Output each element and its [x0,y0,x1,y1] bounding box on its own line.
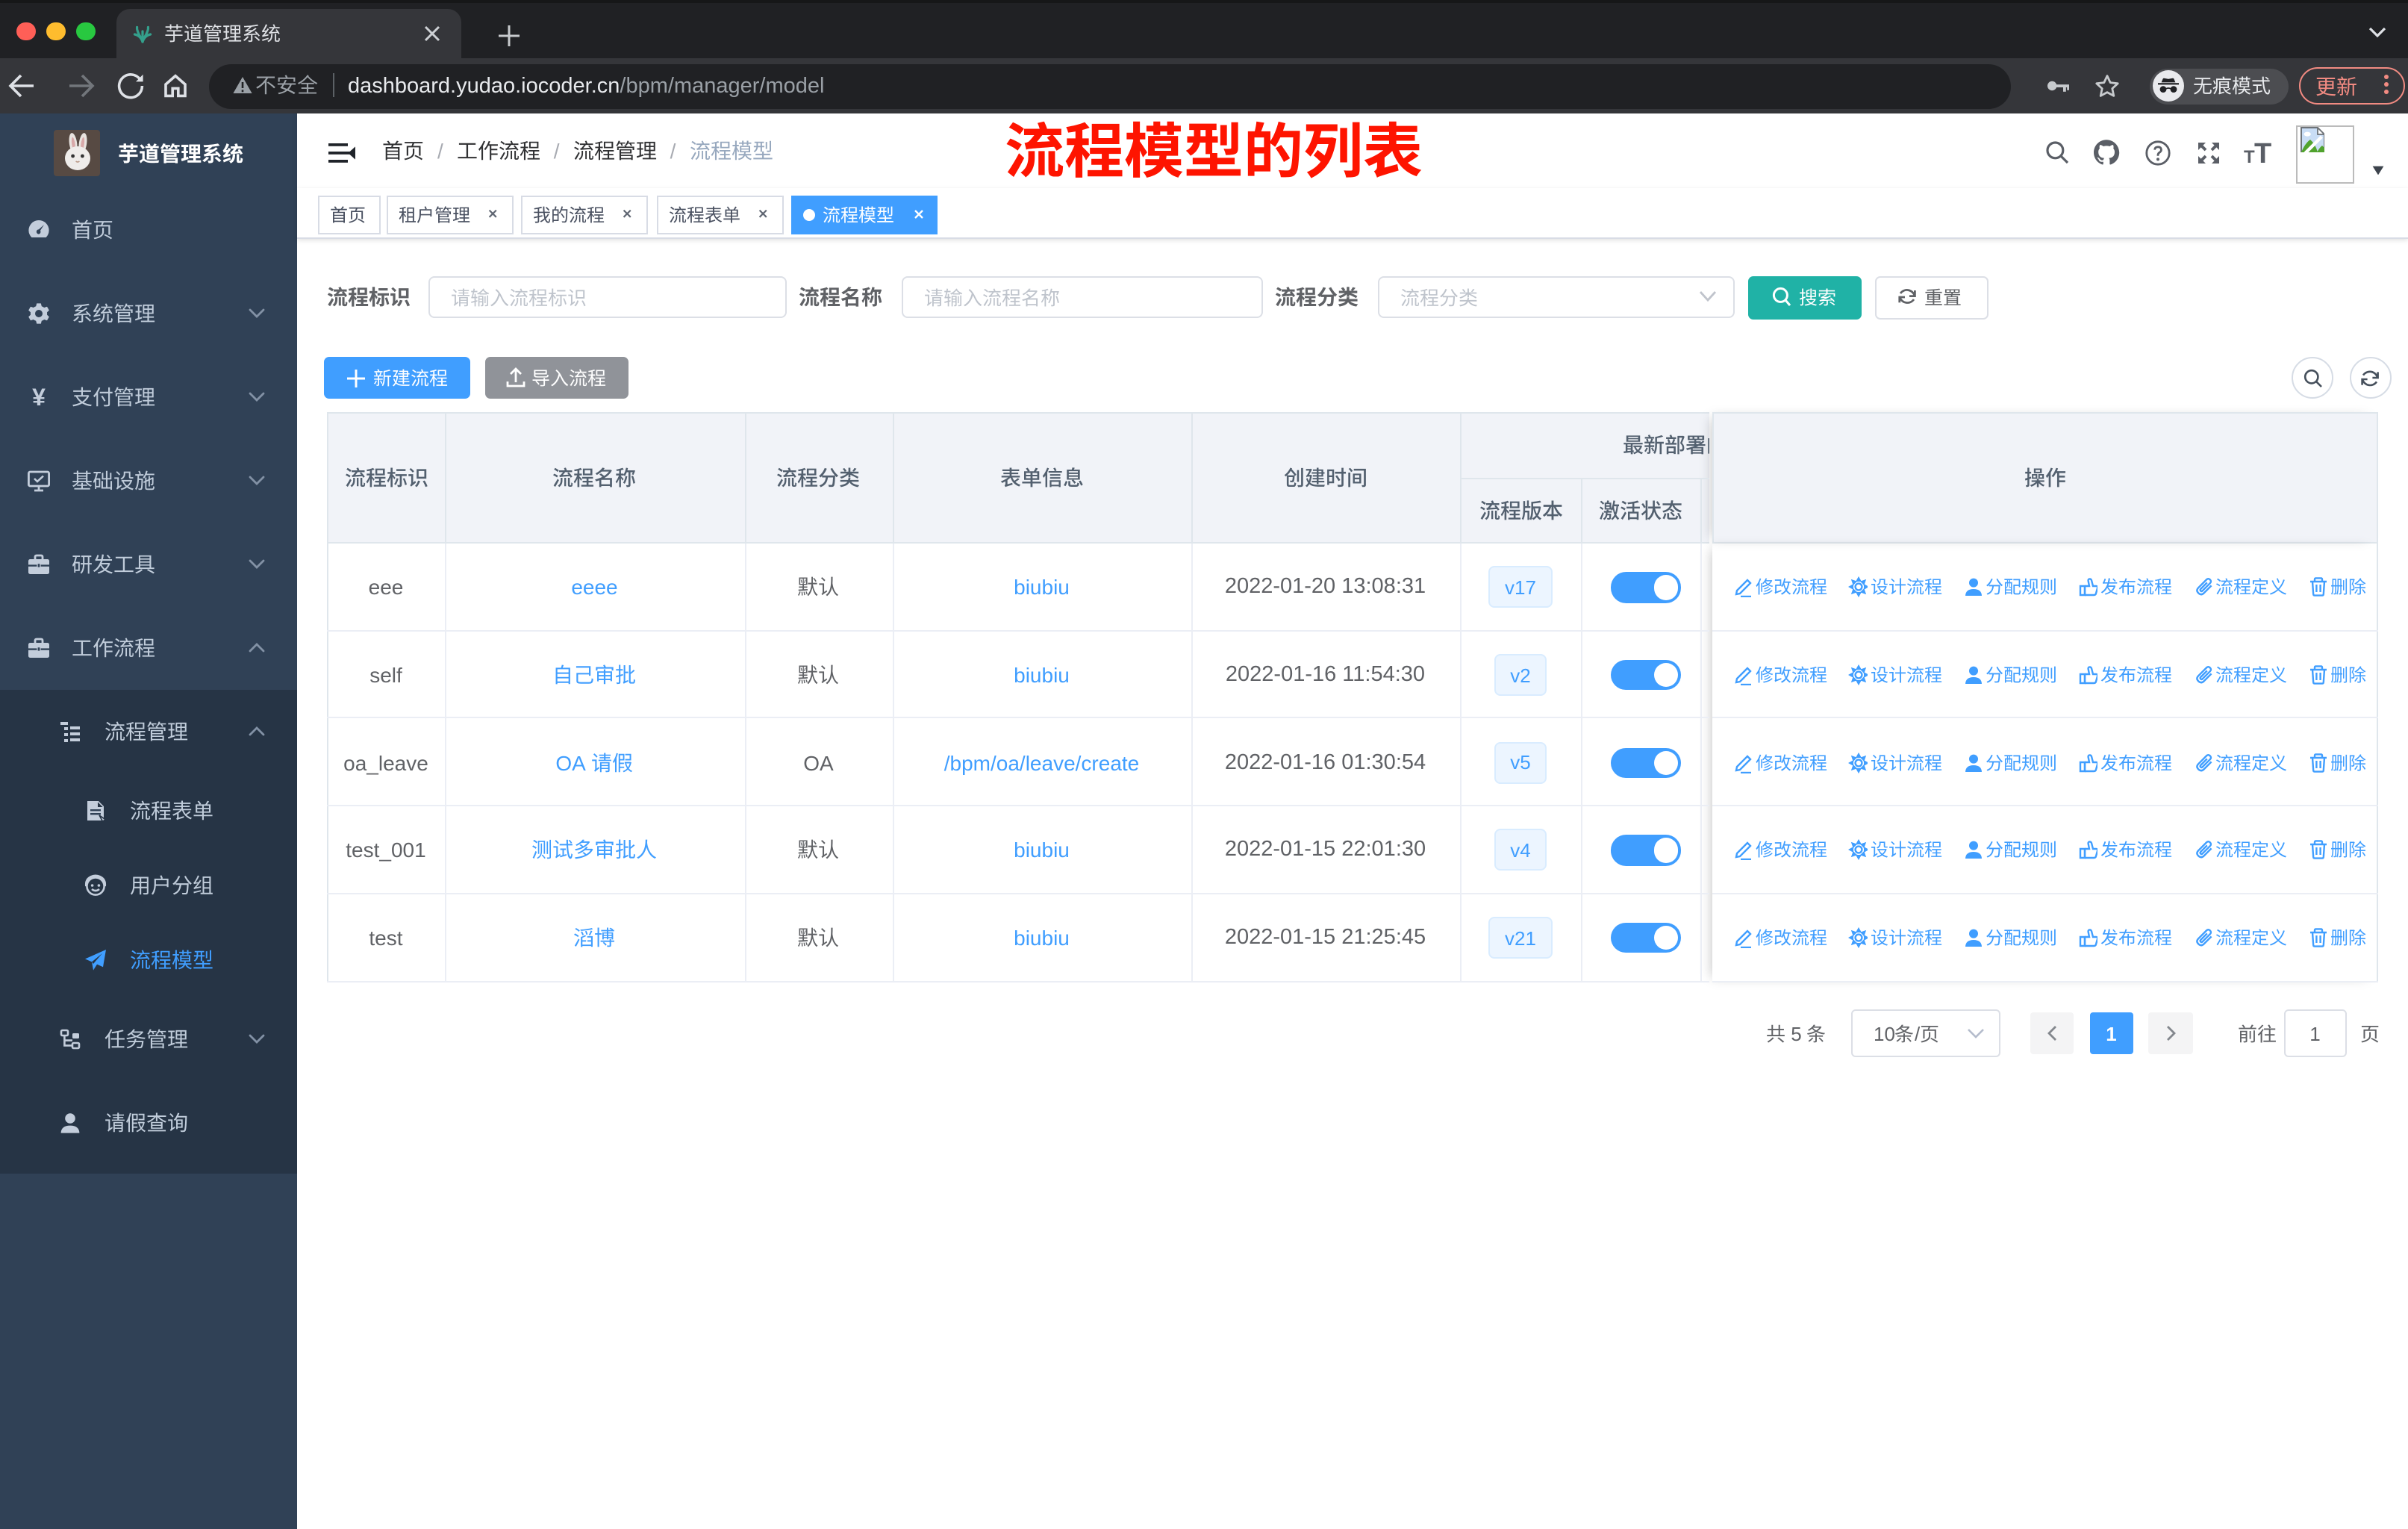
svg-text:T: T [2254,140,2271,164]
svg-text:¥: ¥ [32,385,46,409]
svg-text:T: T [2244,147,2255,164]
